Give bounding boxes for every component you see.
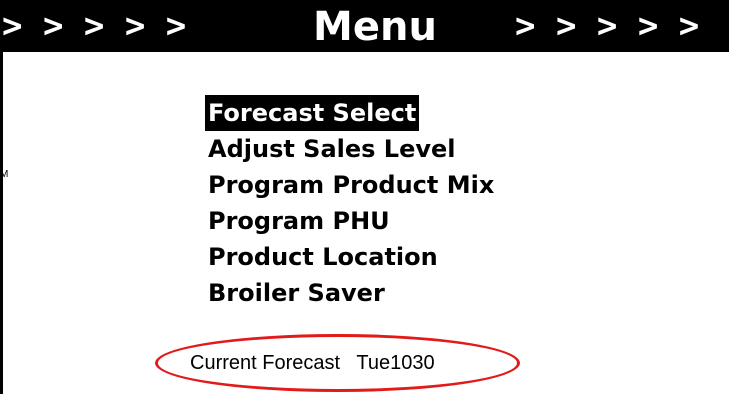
left-border (0, 52, 3, 394)
current-forecast-value: Tue1030 (356, 352, 435, 374)
header-bar: > > > > > Menu > > > > > (0, 0, 729, 52)
right-chevrons: > > > > > (515, 6, 700, 46)
menu-list: Forecast Select Adjust Sales Level Progr… (205, 95, 497, 311)
menu-item-adjust-sales-level[interactable]: Adjust Sales Level (205, 131, 497, 167)
left-chevrons: > > > > > (2, 6, 187, 46)
current-forecast-label: Current Forecast (190, 352, 341, 374)
side-mark: M (0, 169, 9, 180)
current-forecast-status: Current Forecast Tue1030 (190, 350, 435, 376)
menu-item-product-location[interactable]: Product Location (205, 239, 497, 275)
page-title: Menu (313, 4, 437, 50)
menu-item-program-product-mix[interactable]: Program Product Mix (205, 167, 497, 203)
menu-item-program-phu[interactable]: Program PHU (205, 203, 497, 239)
menu-item-broiler-saver[interactable]: Broiler Saver (205, 275, 497, 311)
menu-item-forecast-select[interactable]: Forecast Select (205, 95, 420, 131)
